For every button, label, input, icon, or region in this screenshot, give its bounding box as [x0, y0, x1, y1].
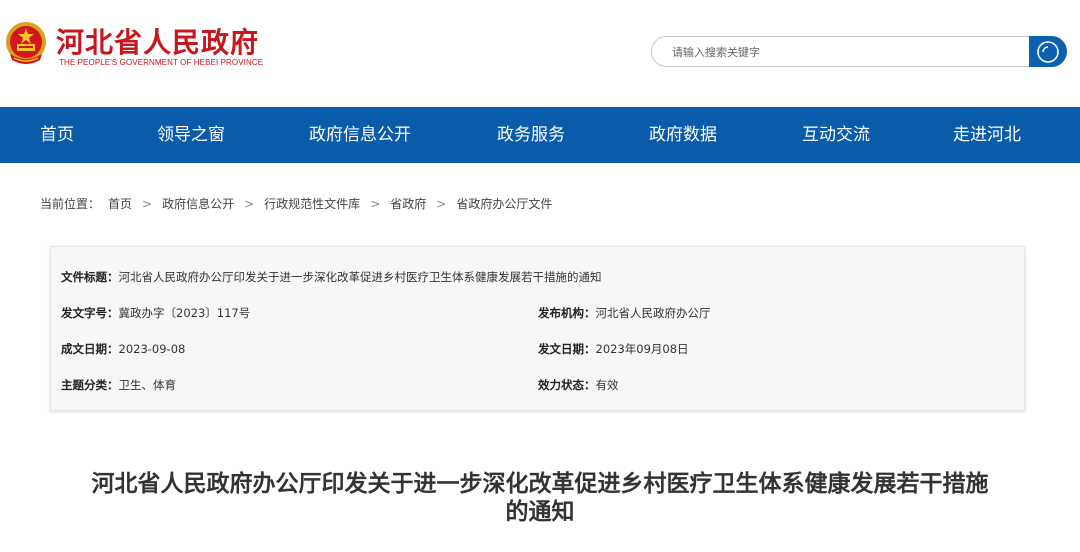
document-title-line-1: 河北省人民政府办公厅印发关于进一步深化改革促进乡村医疗卫生体系健康发展若干措施	[91, 470, 989, 497]
site-logo-subtitle[interactable]: THE PEOPLE'S GOVERNMENT OF HEBEI PROVINC…	[59, 58, 263, 67]
meta-issuer-key: 发布机构：	[538, 306, 596, 320]
search-input[interactable]	[672, 43, 1012, 61]
meta-doc-no-key: 发文字号：	[61, 306, 119, 320]
meta-issuer-value: 河北省人民政府办公厅	[595, 306, 711, 320]
nav-item-data[interactable]: 政府数据	[649, 107, 717, 163]
breadcrumb-item-info-disclosure[interactable]: 政府信息公开	[162, 195, 234, 212]
breadcrumb-item-regulations[interactable]: 行政规范性文件库	[264, 195, 360, 212]
meta-issue-date-row: 发文日期：2023年09月08日	[538, 341, 689, 357]
nav-item-about-hebei[interactable]: 走进河北	[953, 107, 1021, 163]
meta-issuer-row: 发布机构：河北省人民政府办公厅	[538, 305, 711, 321]
breadcrumb-separator: >	[244, 197, 255, 211]
nav-item-leaders[interactable]: 领导之窗	[157, 107, 225, 163]
meta-status-value: 有效	[595, 378, 619, 392]
nav-item-interaction[interactable]: 互动交流	[802, 107, 870, 163]
breadcrumb-item-home[interactable]: 首页	[108, 195, 132, 212]
search-box	[651, 36, 1067, 67]
breadcrumb-label: 当前位置：	[40, 197, 101, 211]
meta-title-key: 文件标题：	[61, 270, 119, 284]
site-header: 河北省人民政府 THE PEOPLE'S GOVERNMENT OF HEBEI…	[0, 0, 1080, 107]
meta-status-row: 效力状态：有效	[538, 377, 619, 393]
search-icon	[1037, 40, 1059, 63]
meta-written-date-key: 成文日期：	[61, 342, 119, 356]
meta-status-key: 效力状态：	[538, 378, 596, 392]
meta-issue-date-key: 发文日期：	[538, 342, 596, 356]
breadcrumb-separator: >	[436, 197, 447, 211]
search-button[interactable]	[1029, 36, 1067, 67]
main-nav: 首页 领导之窗 政府信息公开 政务服务 政府数据 互动交流 走进河北	[0, 107, 1080, 163]
meta-title-row: 文件标题：河北省人民政府办公厅印发关于进一步深化改革促进乡村医疗卫生体系健康发展…	[61, 269, 602, 285]
meta-category-key: 主题分类：	[61, 378, 119, 392]
national-emblem-icon[interactable]	[4, 20, 48, 68]
meta-category-row: 主题分类：卫生、体育	[61, 377, 176, 393]
meta-title-value: 河北省人民政府办公厅印发关于进一步深化改革促进乡村医疗卫生体系健康发展若干措施的…	[118, 270, 602, 284]
breadcrumb-item-office-docs[interactable]: 省政府办公厅文件	[456, 195, 552, 212]
meta-written-date-row: 成文日期：2023-09-08	[61, 341, 185, 357]
meta-doc-no-row: 发文字号：冀政办字〔2023〕117号	[61, 305, 250, 321]
document-metadata: 文件标题：河北省人民政府办公厅印发关于进一步深化改革促进乡村医疗卫生体系健康发展…	[50, 246, 1025, 411]
meta-category-value: 卫生、体育	[118, 378, 177, 392]
nav-item-home[interactable]: 首页	[40, 107, 74, 163]
breadcrumb-separator: >	[142, 197, 153, 211]
meta-doc-no-value: 冀政办字〔2023〕117号	[118, 306, 251, 320]
breadcrumb-separator: >	[370, 197, 381, 211]
breadcrumb-item-provincial-gov[interactable]: 省政府	[390, 195, 426, 212]
site-logo-title[interactable]: 河北省人民政府	[56, 21, 259, 61]
meta-written-date-value: 2023-09-08	[118, 342, 186, 356]
breadcrumb: 当前位置： 首页 > 政府信息公开 > 行政规范性文件库 > 省政府 > 省政府办公厅文件	[40, 195, 552, 212]
nav-item-services[interactable]: 政务服务	[497, 107, 565, 163]
document-title: 河北省人民政府办公厅印发关于进一步深化改革促进乡村医疗卫生体系健康发展若干措施 …	[40, 470, 1040, 526]
meta-issue-date-value: 2023年09月08日	[595, 342, 689, 356]
nav-item-info-disclosure[interactable]: 政府信息公开	[309, 107, 411, 163]
document-title-line-2: 的通知	[505, 498, 575, 525]
